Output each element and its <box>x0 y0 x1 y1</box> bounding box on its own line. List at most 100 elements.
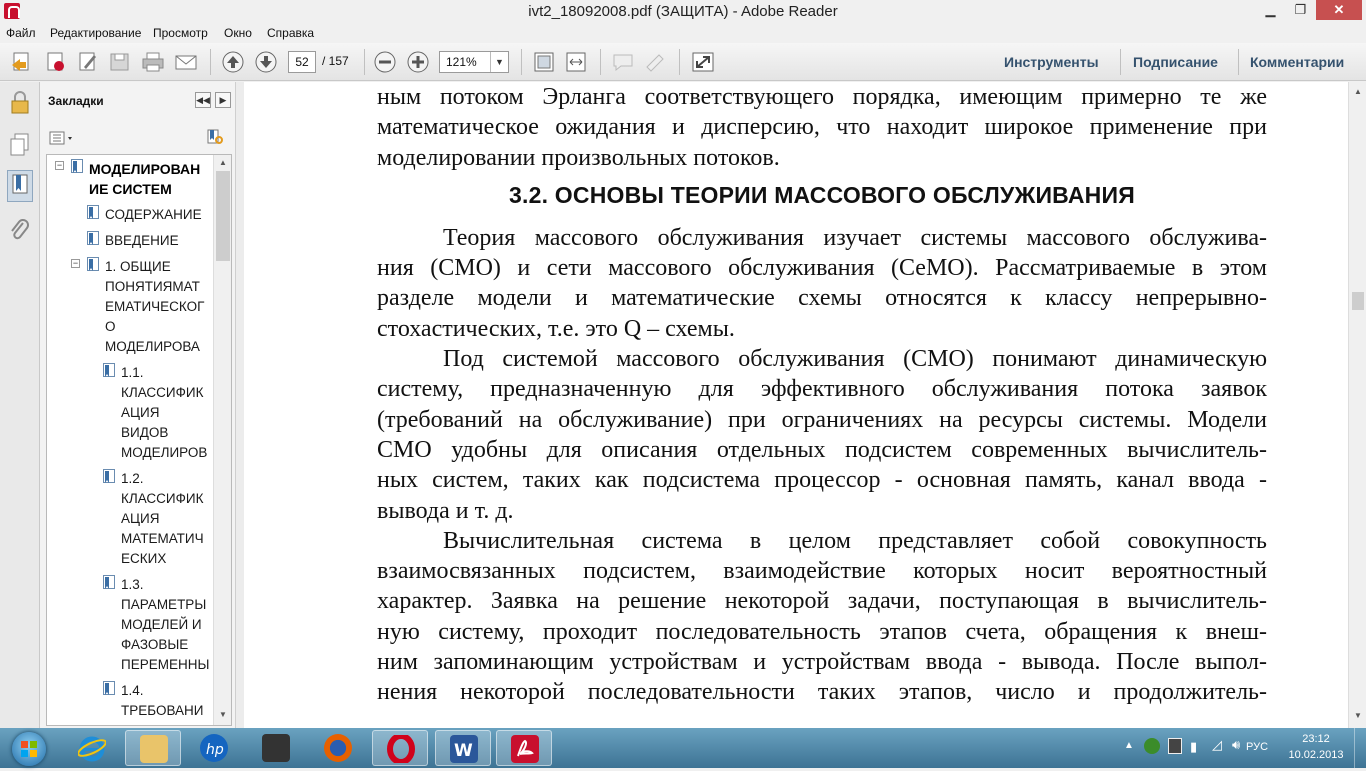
pages-thumbnail-icon[interactable] <box>8 132 32 158</box>
taskbar-media-app[interactable] <box>248 730 304 766</box>
create-pdf-icon-2[interactable] <box>44 51 68 73</box>
bookmark-line: ТРЕБОВАНИ <box>121 703 204 718</box>
start-button[interactable] <box>12 732 46 766</box>
language-indicator[interactable]: РУС <box>1246 741 1268 753</box>
text-line: стохастических, т.е. это Q – схемы. <box>377 315 735 342</box>
edit-icon[interactable] <box>76 51 100 73</box>
network-icon[interactable]: ◿ <box>1212 737 1222 753</box>
zoom-in-icon[interactable] <box>406 51 430 73</box>
bookmark-contents[interactable]: СОДЕРЖАНИЕ <box>105 205 202 225</box>
svg-text:hp: hp <box>206 742 224 758</box>
opera-icon <box>387 733 415 765</box>
bookmarks-scrollbar[interactable]: ▲ ▼ <box>213 155 231 725</box>
zoom-select[interactable]: 121% ▼ <box>439 51 509 73</box>
collapse-toggle[interactable]: − <box>55 161 64 170</box>
bookmark-line: МОДЕЛИРОВ <box>121 445 208 460</box>
taskbar-opera[interactable] <box>372 730 428 766</box>
tray-device-icon[interactable] <box>1168 738 1182 754</box>
clock-time[interactable]: 23:12 <box>1286 733 1346 745</box>
bookmark-line: 1.2. <box>121 471 144 486</box>
collapse-panel-button[interactable]: ◀◀ <box>195 92 211 108</box>
minimize-button[interactable]: ▁ <box>1256 0 1285 20</box>
menu-edit[interactable]: Редактирование <box>50 26 141 40</box>
fullscreen-icon[interactable] <box>691 51 715 73</box>
scroll-down-icon[interactable]: ▼ <box>1352 710 1364 722</box>
scroll-up-icon[interactable]: ▲ <box>217 157 229 169</box>
volume-icon[interactable]: 🔊︎ <box>1232 737 1240 753</box>
bookmark-introduction[interactable]: ВВЕДЕНИЕ <box>105 231 179 251</box>
scrollbar-thumb[interactable] <box>216 171 230 261</box>
panel-splitter[interactable] <box>236 82 244 728</box>
menu-view[interactable]: Просмотр <box>153 26 208 40</box>
scrollbar-thumb[interactable] <box>1352 292 1364 310</box>
tray-expand-icon[interactable]: ▲ <box>1124 740 1134 751</box>
taskbar-internet-explorer[interactable] <box>64 730 120 766</box>
menu-help[interactable]: Справка <box>267 26 314 40</box>
bookmark-line: СОДЕРЖАНИЕ <box>105 207 202 222</box>
page-number-input[interactable]: 52 <box>288 51 316 73</box>
comments-button[interactable]: Комментарии <box>1250 54 1344 70</box>
text-line: математическое ожидания и дисперсию, что… <box>377 114 1267 141</box>
bookmark-section-1-1[interactable]: 1.1. КЛАССИФИК АЦИЯ ВИДОВ МОДЕЛИРОВ <box>121 363 207 463</box>
bookmark-section-1-3[interactable]: 1.3. ПАРАМЕТРЫ МОДЕЛЕЙ И ФАЗОВЫЕ ПЕРЕМЕН… <box>121 575 209 675</box>
menu-window[interactable]: Окно <box>224 26 252 40</box>
zoom-out-icon[interactable] <box>373 51 397 73</box>
bookmark-section-1-2[interactable]: 1.2. КЛАССИФИК АЦИЯ МАТЕМАТИЧ ЕСКИХ <box>121 469 204 569</box>
highlight-icon[interactable] <box>643 51 667 73</box>
bookmark-section-1-4[interactable]: 1.4. ТРЕБОВАНИ <box>121 681 203 721</box>
next-page-icon[interactable] <box>254 51 278 73</box>
taskbar: hp W ▲ ▮ ◿ � <box>0 728 1366 768</box>
bookmark-line: 1.1. <box>121 365 144 380</box>
bookmark-options-button[interactable] <box>48 129 76 147</box>
fit-width-icon[interactable] <box>564 51 588 73</box>
find-bookmark-icon[interactable] <box>205 128 225 146</box>
taskbar-adobe-reader[interactable] <box>496 730 552 766</box>
show-desktop-button[interactable] <box>1354 728 1366 768</box>
sign-button[interactable]: Подписание <box>1133 54 1218 70</box>
bookmark-icon <box>86 231 99 245</box>
create-pdf-icon[interactable] <box>10 51 34 73</box>
toolbar-separator <box>679 49 680 75</box>
bookmark-line: ЕМАТИЧЕСКОГ <box>105 299 205 314</box>
signal-icon[interactable]: ▮ <box>1190 739 1197 755</box>
collapse-toggle[interactable]: − <box>71 259 80 268</box>
section-heading: 3.2. ОСНОВЫ ТЕОРИИ МАССОВОГО ОБСЛУЖИВАНИ… <box>509 181 1135 208</box>
tools-button[interactable]: Инструменты <box>1004 54 1099 70</box>
print-icon[interactable] <box>141 51 165 73</box>
close-button[interactable]: ✕ <box>1316 0 1362 20</box>
clock-date[interactable]: 10.02.2013 <box>1286 749 1346 761</box>
media-app-icon <box>262 734 290 762</box>
text-line: ним запоминающим устройствам и устройств… <box>377 649 1267 676</box>
title-bar: ivt2_18092008.pdf (ЗАЩИТА) - Adobe Reade… <box>0 0 1366 24</box>
taskbar-word[interactable]: W <box>435 730 491 766</box>
bookmark-line: АЦИЯ <box>121 511 160 526</box>
email-icon[interactable] <box>174 51 198 73</box>
document-scrollbar[interactable]: ▲ ▼ <box>1348 82 1366 728</box>
text-line: нения некоторой последовательности таких… <box>377 679 1267 706</box>
previous-page-icon[interactable] <box>221 51 245 73</box>
chevron-down-icon[interactable]: ▼ <box>490 52 508 72</box>
fit-page-icon[interactable] <box>532 51 556 73</box>
bookmark-chapter-1[interactable]: 1. ОБЩИЕ ПОНЯТИЯМАТ ЕМАТИЧЕСКОГ О МОДЕЛИ… <box>105 257 204 357</box>
taskbar-file-explorer[interactable] <box>125 730 181 766</box>
scroll-up-icon[interactable]: ▲ <box>1352 86 1364 98</box>
navigation-pane-strip <box>0 82 40 728</box>
scroll-down-icon[interactable]: ▼ <box>217 709 229 721</box>
attachment-icon[interactable] <box>8 218 32 244</box>
panel-options-button[interactable]: ▶ <box>215 92 231 108</box>
document-view: ным потоком Эрланга соответствующего пор… <box>244 82 1348 728</box>
taskbar-hp[interactable]: hp <box>186 730 242 766</box>
menu-bar: Файл Редактирование Просмотр Окно Справк… <box>0 24 1366 43</box>
bookmark-icon <box>70 159 83 173</box>
comment-icon[interactable] <box>611 51 635 73</box>
adobe-reader-window: ivt2_18092008.pdf (ЗАЩИТА) - Adobe Reade… <box>0 0 1366 768</box>
toolbar-separator <box>521 49 522 75</box>
save-icon[interactable] <box>108 51 132 73</box>
lock-icon[interactable] <box>8 90 32 116</box>
tray-app-icon[interactable] <box>1144 738 1160 754</box>
bookmarks-panel-icon[interactable] <box>7 170 33 202</box>
bookmark-root[interactable]: МОДЕЛИРОВАН ИЕ СИСТЕМ <box>89 159 200 199</box>
maximize-button[interactable]: ❐ <box>1286 0 1315 20</box>
taskbar-firefox[interactable] <box>310 730 366 766</box>
menu-file[interactable]: Файл <box>6 26 36 40</box>
